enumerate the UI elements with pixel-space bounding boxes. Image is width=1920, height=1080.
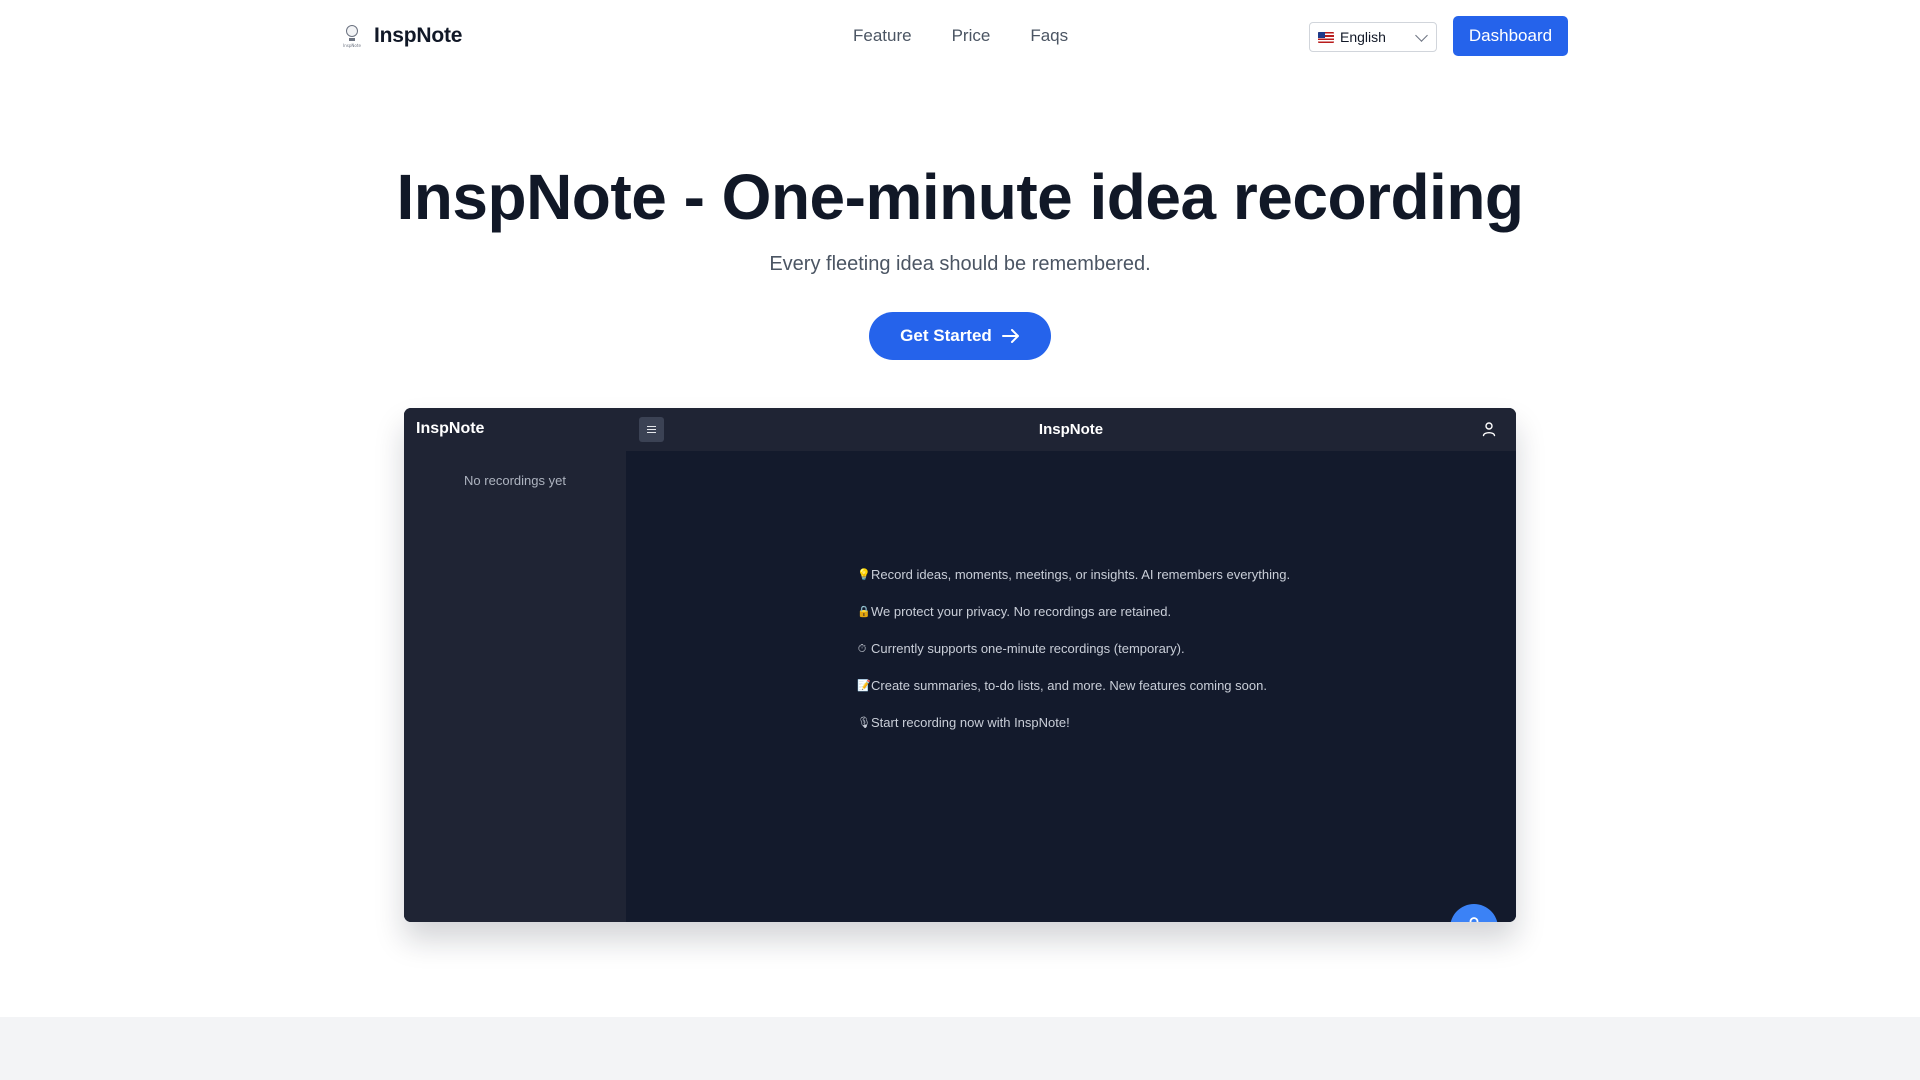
chevron-down-icon xyxy=(1415,29,1428,42)
brand-link[interactable]: InspNote InspNote xyxy=(340,18,462,54)
user-icon[interactable] xyxy=(1481,421,1497,437)
no-recordings-message: No recordings yet xyxy=(464,473,566,488)
get-started-label: Get Started xyxy=(900,326,992,345)
record-button[interactable] xyxy=(1450,904,1498,922)
microphone-icon xyxy=(1469,917,1479,922)
list-item: ⏱ Currently supports one-minute recordin… xyxy=(857,641,1185,656)
preview-header: InspNote InspNote xyxy=(404,408,1516,451)
get-started-button[interactable]: Get Started xyxy=(869,312,1051,360)
lightbulb-logo-icon: InspNote xyxy=(340,23,364,49)
brand-name: InspNote xyxy=(374,24,463,47)
list-item: 📝 Create summaries, to-do lists, and mor… xyxy=(857,678,1267,693)
lock-icon: 🔒 xyxy=(857,606,871,618)
hero-title: InspNote - One-minute idea recording xyxy=(396,161,1525,233)
top-navigation: InspNote InspNote Feature Price Faqs Eng… xyxy=(0,0,1920,72)
hero-subtitle: Every fleeting idea should be remembered… xyxy=(769,253,1151,275)
us-flag-icon xyxy=(1318,31,1334,43)
nav-link-price[interactable]: Price xyxy=(952,26,991,46)
preview-main: 💡 Record ideas, moments, meetings, or in… xyxy=(626,451,1516,922)
memo-icon: 📝 xyxy=(857,680,871,692)
arrow-right-icon xyxy=(1001,329,1019,343)
list-item: 🔒 We protect your privacy. No recordings… xyxy=(857,604,1172,619)
language-select[interactable]: English xyxy=(1309,22,1437,52)
dashboard-button[interactable]: Dashboard xyxy=(1453,16,1568,56)
list-item: 💡 Record ideas, moments, meetings, or in… xyxy=(857,567,1291,582)
stopwatch-icon: ⏱ xyxy=(857,643,867,655)
hamburger-menu-icon[interactable] xyxy=(639,417,664,442)
main-nav: Feature Price Faqs xyxy=(853,26,1068,46)
app-preview: InspNote InspNote No recordings yet 💡 Re… xyxy=(404,408,1516,922)
nav-link-faqs[interactable]: Faqs xyxy=(1030,26,1068,46)
next-section-background xyxy=(0,1017,1920,1080)
lightbulb-icon: 💡 xyxy=(857,569,871,581)
preview-sidebar: No recordings yet xyxy=(404,451,626,922)
language-selected-value: English xyxy=(1340,29,1386,45)
nav-link-feature[interactable]: Feature xyxy=(853,26,912,46)
microphone-small-icon: 🎙 xyxy=(857,717,871,729)
preview-title: InspNote xyxy=(1038,421,1104,438)
feature-list: 💡 Record ideas, moments, meetings, or in… xyxy=(857,567,1290,752)
preview-brand: InspNote xyxy=(416,420,485,437)
list-item: 🎙 Start recording now with InspNote! xyxy=(857,715,1070,730)
